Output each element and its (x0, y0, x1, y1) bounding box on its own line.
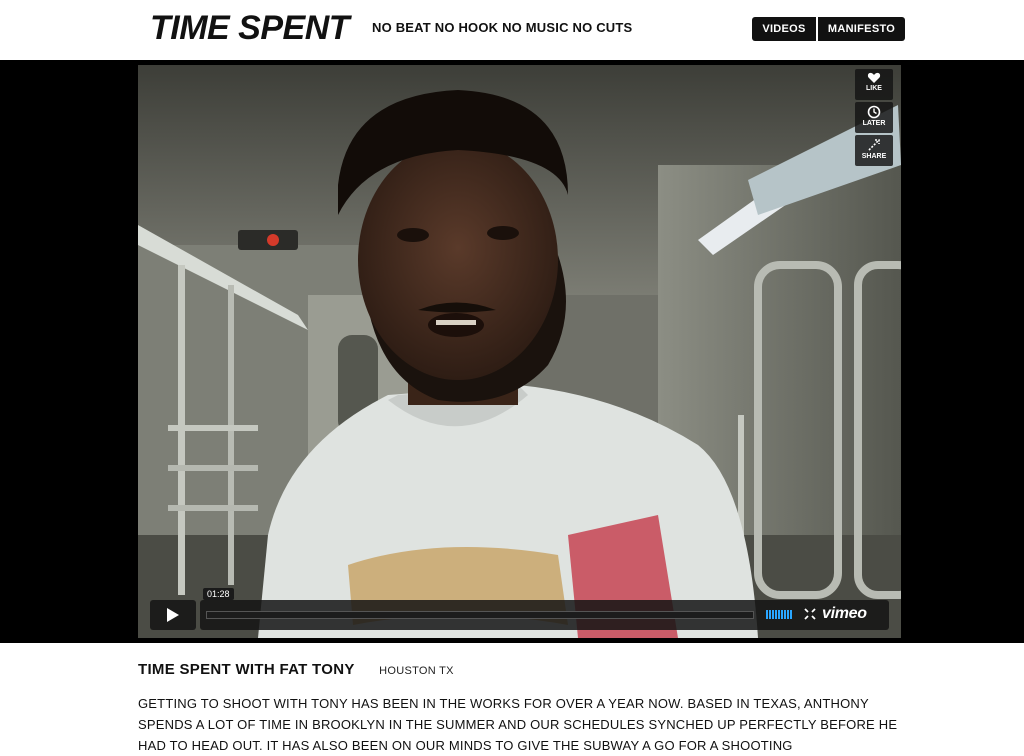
nav-manifesto-button[interactable]: MANIFESTO (818, 17, 905, 41)
volume-control[interactable] (766, 610, 792, 619)
player-controls: 01:28 vimeo (150, 588, 889, 630)
clock-icon (867, 105, 881, 119)
post-content: TIME SPENT WITH FAT TONY HOUSTON TX GETT… (138, 660, 908, 756)
like-label: LIKE (866, 85, 882, 92)
play-button[interactable] (150, 600, 196, 630)
video-band: LIKE LATER SHARE 01:28 vimeo (0, 60, 1024, 643)
progress-bar[interactable] (206, 611, 754, 619)
player-bar: 01:28 vimeo (200, 588, 889, 630)
watch-later-button[interactable]: LATER (855, 102, 893, 133)
fullscreen-icon[interactable] (804, 608, 816, 620)
video-player[interactable]: LIKE LATER SHARE 01:28 vimeo (138, 65, 901, 638)
later-label: LATER (862, 120, 886, 127)
site-tagline: NO BEAT NO HOOK NO MUSIC NO CUTS (372, 20, 633, 35)
site-logo[interactable]: TIME SPENT (150, 8, 350, 48)
nav-videos-button[interactable]: VIDEOS (752, 17, 816, 41)
video-frame (138, 65, 901, 638)
site-header: TIME SPENT NO BEAT NO HOOK NO MUSIC NO C… (0, 0, 1024, 60)
post-body: GETTING TO SHOOT WITH TONY HAS BEEN IN T… (138, 696, 898, 753)
player-side-actions: LIKE LATER SHARE (855, 69, 893, 166)
vimeo-logo[interactable]: vimeo (822, 605, 867, 623)
like-button[interactable]: LIKE (855, 69, 893, 100)
heart-icon (867, 72, 881, 83)
share-button[interactable]: SHARE (855, 135, 893, 166)
share-label: SHARE (861, 153, 887, 160)
post-location: HOUSTON TX (379, 665, 454, 677)
share-icon (868, 139, 880, 151)
post-title: TIME SPENT WITH FAT TONY (138, 661, 355, 678)
time-display: 01:28 (203, 588, 234, 600)
play-icon (167, 608, 179, 622)
main-nav: VIDEOS MANIFESTO (752, 17, 905, 41)
